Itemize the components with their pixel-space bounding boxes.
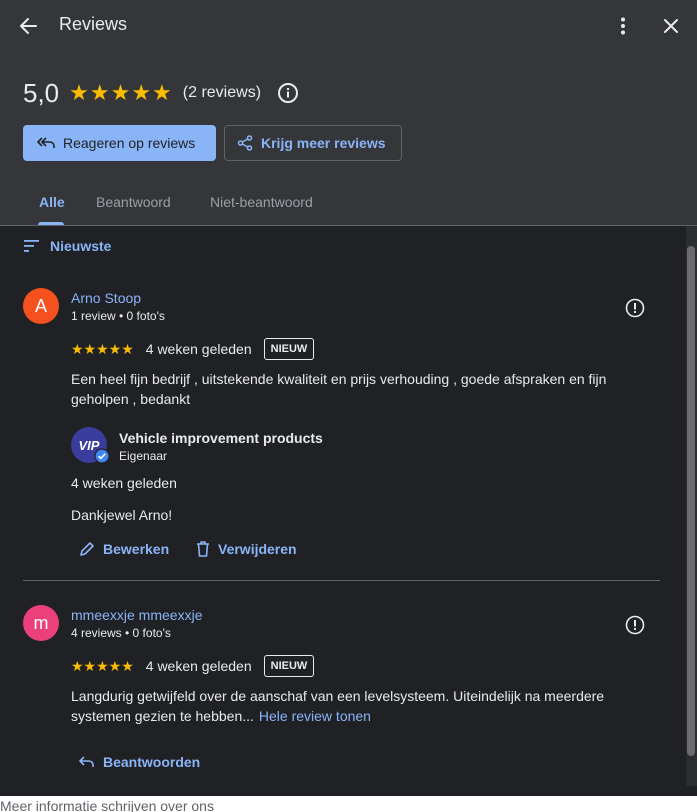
- review-divider: [23, 580, 660, 581]
- reply-icon: [79, 755, 95, 769]
- review-text-container: Langdurig getwijfeld over de aanschaf va…: [71, 686, 651, 726]
- reply-to-reviews-button[interactable]: Reageren op reviews: [23, 125, 216, 161]
- avatar[interactable]: m: [23, 605, 59, 641]
- sort-label: Nieuwste: [50, 238, 112, 254]
- background-page-text: Meer informatie schrijven over ons: [0, 798, 214, 812]
- reply-label: Beantwoorden: [103, 754, 201, 770]
- avatar[interactable]: A: [23, 288, 59, 324]
- owner-name: Vehicle improvement products: [119, 430, 323, 446]
- reviewer-meta: 4 reviews • 0 foto's: [71, 626, 171, 640]
- edit-reply-button[interactable]: Bewerken: [79, 541, 169, 557]
- verified-icon: [94, 448, 110, 464]
- scrollbar[interactable]: [686, 226, 697, 786]
- pencil-icon: [79, 541, 95, 557]
- review-count: (2 reviews): [182, 84, 262, 101]
- top-bar: Reviews: [0, 0, 697, 52]
- review-item: A Arno Stoop 1 review • 0 foto's ★★★★★ 4…: [23, 288, 663, 578]
- owner-reply-text: Dankjewel Arno!: [71, 507, 173, 523]
- owner-role: Eigenaar: [119, 449, 168, 463]
- tab-all[interactable]: Alle: [39, 194, 65, 210]
- owner-logo: VIP: [71, 427, 110, 464]
- review-stars: ★★★★★: [71, 657, 134, 674]
- review-rating-row: ★★★★★ 4 weken geleden NIEUW: [71, 337, 315, 361]
- reply-all-icon: [37, 136, 55, 150]
- avatar-initial: A: [34, 295, 47, 316]
- reviewer-meta: 1 review • 0 foto's: [71, 309, 165, 323]
- sort-button[interactable]: Nieuwste: [24, 238, 111, 254]
- review-date: 4 weken geleden: [145, 341, 252, 357]
- report-icon[interactable]: [623, 613, 647, 637]
- get-more-reviews-label: Krijg meer reviews: [261, 135, 386, 151]
- delete-reply-button[interactable]: Verwijderen: [196, 541, 297, 557]
- delete-label: Verwijderen: [218, 541, 297, 557]
- more-vert-icon[interactable]: [610, 12, 636, 40]
- review-rating-row: ★★★★★ 4 weken geleden NIEUW: [71, 654, 315, 678]
- review-item: m mmeexxje mmeexxje 4 reviews • 0 foto's…: [23, 605, 663, 785]
- review-tabs: Alle Beantwoord Niet-beantwoord: [0, 186, 697, 226]
- report-icon[interactable]: [623, 296, 647, 320]
- rating-stars: ★★★★★: [69, 80, 173, 105]
- reviewer-name[interactable]: mmeexxje mmeexxje: [71, 607, 202, 623]
- info-icon[interactable]: [277, 82, 299, 104]
- scroll-thumb[interactable]: [687, 246, 695, 756]
- new-badge: NIEUW: [263, 338, 315, 360]
- page-title: Reviews: [59, 14, 128, 34]
- average-rating: 5,0: [23, 77, 60, 108]
- owner-reply-date: 4 weken geleden: [71, 475, 177, 491]
- reviewer-name[interactable]: Arno Stoop: [71, 290, 141, 306]
- edit-label: Bewerken: [103, 541, 170, 557]
- review-stars: ★★★★★: [71, 340, 134, 357]
- tab-answered[interactable]: Beantwoord: [96, 194, 171, 210]
- review-text: Een heel fijn bedrijf , uitstekende kwal…: [71, 371, 607, 407]
- trash-icon: [196, 541, 210, 557]
- tab-unanswered[interactable]: Niet-beantwoord: [210, 194, 313, 210]
- review-date: 4 weken geleden: [145, 658, 252, 674]
- show-full-review-link[interactable]: Hele review tonen: [259, 708, 371, 724]
- reviews-header: Reviews 5,0 ★★★★★ (2 reviews) Reageren o…: [0, 0, 697, 226]
- sort-icon: [24, 240, 40, 252]
- get-more-reviews-button[interactable]: Krijg meer reviews: [224, 125, 402, 161]
- reply-button[interactable]: Beantwoorden: [79, 754, 200, 770]
- reply-to-reviews-label: Reageren op reviews: [63, 135, 196, 151]
- close-icon[interactable]: [657, 12, 685, 40]
- rating-summary: 5,0 ★★★★★ (2 reviews): [23, 76, 299, 110]
- background-page-strip: Meer informatie schrijven over ons: [0, 796, 697, 812]
- arrow-back-icon[interactable]: [14, 12, 42, 40]
- share-icon: [237, 135, 253, 151]
- avatar-initial: m: [33, 612, 49, 633]
- new-badge: NIEUW: [263, 655, 315, 677]
- active-tab-indicator: [38, 222, 64, 225]
- reviews-panel: Reviews 5,0 ★★★★★ (2 reviews) Reageren o…: [0, 0, 697, 812]
